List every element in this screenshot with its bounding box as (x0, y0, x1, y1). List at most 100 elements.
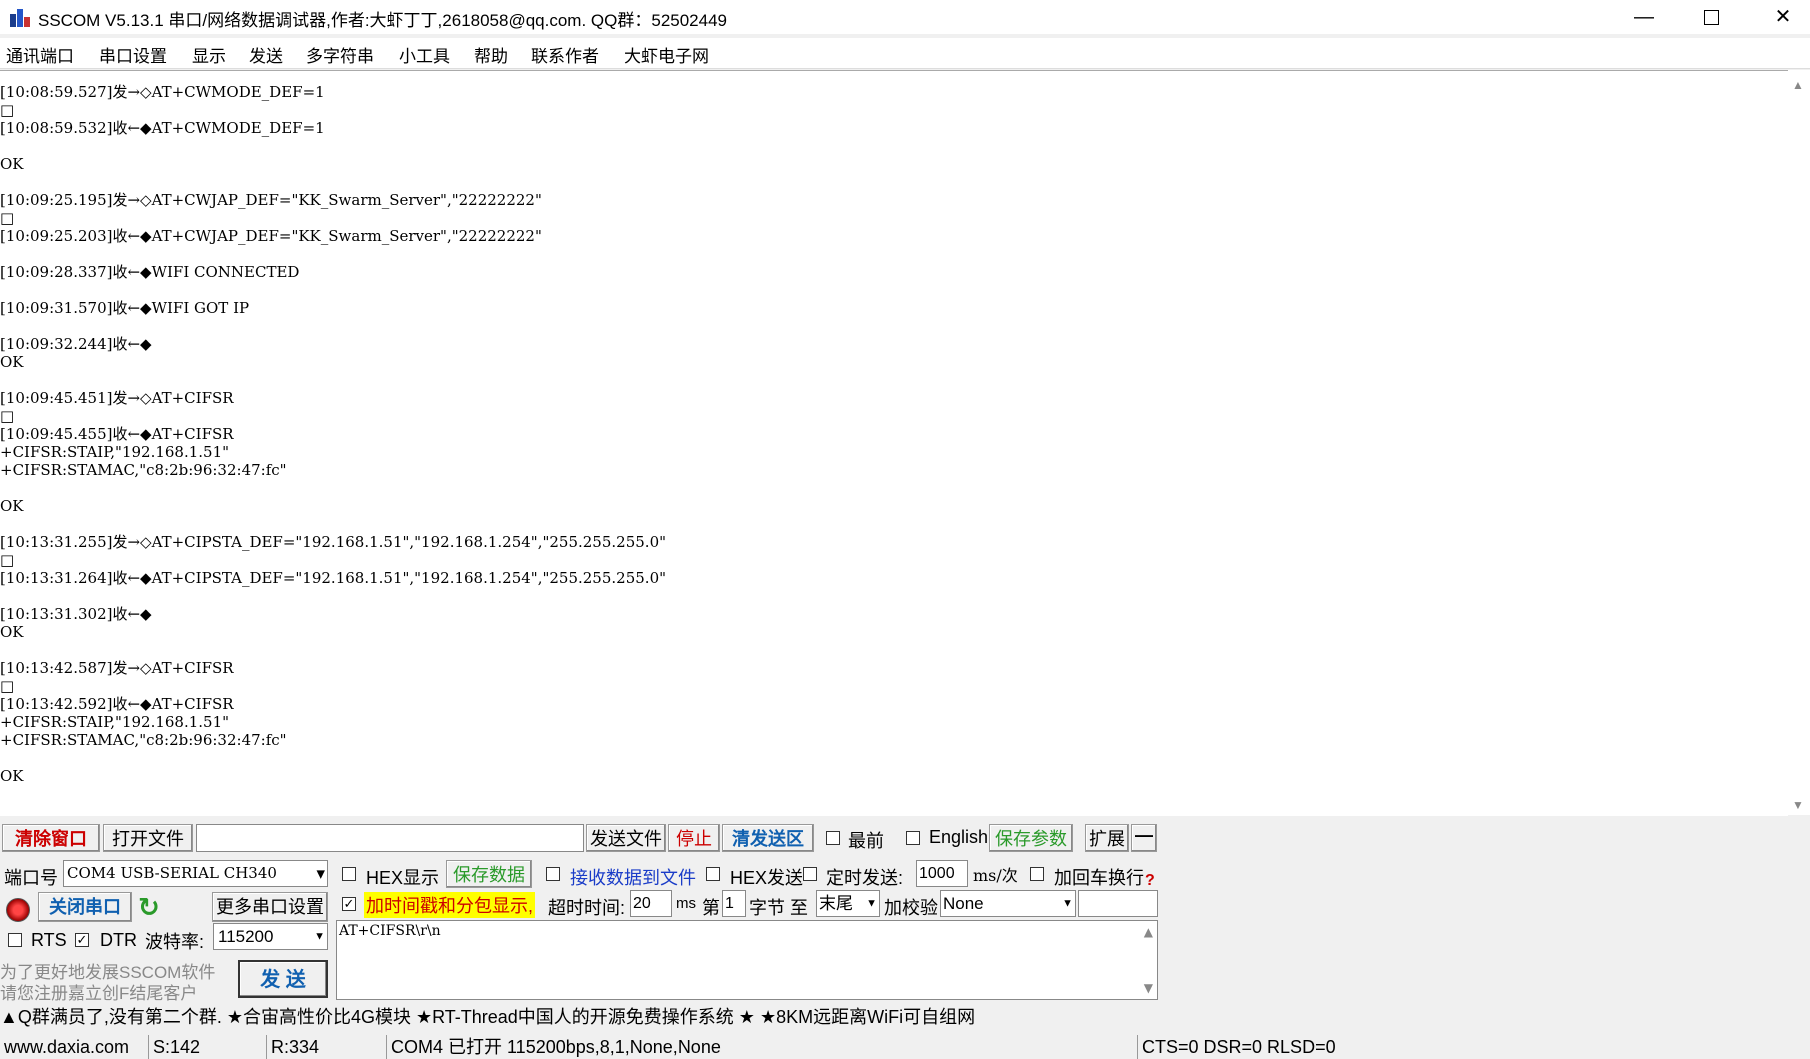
log-line: OK (0, 497, 24, 515)
log-line: [10:09:45.451]发→◇AT+CIFSR (0, 389, 234, 407)
log-line: OK (0, 155, 24, 173)
log-line: +CIFSR:STAMAC,"c8:2b:96:32:47:fc" (0, 461, 287, 479)
log-line: [10:13:31.302]收←◆ (0, 605, 152, 623)
hex-display-checkbox[interactable] (342, 867, 356, 881)
menu-comm-port[interactable]: 通讯端口 (6, 42, 74, 67)
open-file-button[interactable]: 打开文件 (103, 824, 193, 852)
scroll-up-icon[interactable]: ▲ (1792, 78, 1804, 92)
receive-log[interactable]: [10:08:59.527]发→◇AT+CWMODE_DEF=1 □ [10:08:… (0, 70, 1788, 816)
baud-select-value: 115200 (218, 927, 274, 946)
menu-daxia-site[interactable]: 大虾电子网 (624, 42, 709, 67)
minimize-icon[interactable]: — (1609, 0, 1679, 34)
port-select-value: COM4 USB-SERIAL CH340 (67, 864, 277, 882)
menu-tools[interactable]: 小工具 (399, 42, 450, 67)
save-params-button[interactable]: 保存参数 (989, 824, 1073, 852)
nth-input[interactable]: 1 (722, 890, 746, 917)
more-serial-settings-button[interactable]: 更多串口设置 (212, 892, 328, 922)
close-port-button[interactable]: 关闭串口 (38, 892, 132, 922)
clear-send-area-button[interactable]: 清发送区 (722, 824, 814, 852)
menu-serial-settings[interactable]: 串口设置 (99, 42, 167, 67)
log-line: [10:09:25.203]收←◆AT+CWJAP_DEF="KK_Swarm_… (0, 227, 542, 245)
help-icon[interactable]: ? (1145, 872, 1155, 890)
port-state: COM4 已打开 115200bps,8,1,None,None (386, 1035, 721, 1059)
english-label: English (929, 827, 989, 847)
timeout-unit-label: ms (676, 895, 696, 912)
log-line: +CIFSR:STAIP,"192.168.1.51" (0, 443, 230, 461)
chevron-down-icon: ▼ (866, 897, 877, 909)
log-line: [10:09:25.195]发→◇AT+CWJAP_DEF="KK_Swarm_… (0, 191, 542, 209)
interval-input[interactable]: 1000 (916, 860, 968, 887)
stop-button[interactable]: 停止 (668, 824, 720, 852)
log-line: □ (0, 551, 15, 569)
menu-multi-string[interactable]: 多字符串 (306, 42, 374, 67)
rts-label: RTS (31, 930, 67, 950)
modem-lines: CTS=0 DSR=0 RLSD=0 (1137, 1035, 1336, 1059)
baud-select[interactable]: 115200 ▼ (213, 923, 328, 950)
scroll-down-icon[interactable]: ▼ (1792, 798, 1804, 812)
byte-to-label: 字节 至 (749, 898, 809, 918)
port-label: 端口号 (4, 868, 58, 888)
topmost-checkbox[interactable] (826, 831, 840, 845)
append-crlf-checkbox[interactable] (1030, 867, 1044, 881)
topmost-label: 最前 (848, 831, 884, 851)
title-bar: SSCOM V5.13.1 串口/网络数据调试器,作者:大虾丁丁,2618058… (0, 0, 1810, 34)
send-text-area[interactable]: AT+CIFSR\r\n ▲ ▼ (336, 920, 1158, 1000)
send-button[interactable]: 发 送 (238, 960, 328, 998)
receive-scrollbar[interactable]: ▲ ▼ (1788, 70, 1810, 815)
timed-send-checkbox[interactable] (803, 867, 817, 881)
log-line: [10:09:32.244]收←◆ (0, 335, 152, 353)
timeout-label: 超时时间: (548, 898, 626, 918)
timeout-input[interactable]: 20 (630, 890, 672, 917)
log-line: [10:13:31.264]收←◆AT+CIPSTA_DEF="192.168.… (0, 569, 667, 587)
english-checkbox[interactable] (906, 831, 920, 845)
port-select[interactable]: COM4 USB-SERIAL CH340 ▼ (63, 860, 328, 887)
scroll-down-icon[interactable]: ▼ (1144, 981, 1153, 995)
rts-checkbox[interactable] (8, 933, 22, 947)
refresh-icon[interactable]: ↻ (138, 892, 160, 923)
chevron-down-icon: ▼ (314, 930, 325, 942)
append-crlf-label: 加回车换行 (1054, 868, 1144, 888)
send-text-value: AT+CIFSR\r\n (339, 923, 441, 939)
menu-display[interactable]: 显示 (192, 42, 226, 67)
log-line: □ (0, 101, 15, 119)
menu-send[interactable]: 发送 (249, 42, 283, 67)
log-line: [10:09:31.570]收←◆WIFI GOT IP (0, 299, 250, 317)
clear-window-button[interactable]: 清除窗口 (2, 824, 100, 852)
chevron-down-icon: ▼ (316, 867, 325, 880)
timestamp-checkbox[interactable]: ✓ (342, 897, 356, 911)
log-line: □ (0, 407, 15, 425)
menu-help[interactable]: 帮助 (474, 42, 508, 67)
log-line: [10:09:45.455]收←◆AT+CIFSR (0, 425, 234, 443)
recv-count: R:334 (266, 1035, 319, 1059)
send-file-button[interactable]: 发送文件 (586, 824, 666, 852)
scroll-up-icon[interactable]: ▲ (1144, 925, 1153, 939)
checksum-extra-field[interactable] (1078, 890, 1158, 917)
end-select[interactable]: 末尾 ▼ (816, 890, 880, 917)
ad-ticker[interactable]: ▲Q群满员了,没有第二个群. ★合宙高性价比4G模块 ★RT-Thread中国人… (0, 1003, 1810, 1030)
save-data-button[interactable]: 保存数据 (446, 860, 532, 888)
dtr-label: DTR (100, 930, 137, 950)
menu-contact-author[interactable]: 联系作者 (531, 42, 599, 67)
expand-button[interactable]: 扩展 (1085, 824, 1129, 852)
close-icon[interactable]: ✕ (1748, 0, 1810, 34)
site-link[interactable]: www.daxia.com (0, 1035, 129, 1059)
log-line: [10:13:31.255]发→◇AT+CIPSTA_DEF="192.168.… (0, 533, 667, 551)
app-logo-icon (10, 9, 30, 27)
port-status-led-icon (6, 898, 30, 922)
checksum-select-value: None (943, 894, 984, 913)
hex-display-label: HEX显示 (366, 868, 440, 888)
baud-label: 波特率: (145, 932, 205, 952)
dtr-checkbox[interactable]: ✓ (75, 933, 89, 947)
log-line: [10:08:59.532]收←◆AT+CWMODE_DEF=1 (0, 119, 325, 137)
file-path-input[interactable] (196, 824, 584, 852)
recv-to-file-checkbox[interactable] (546, 867, 560, 881)
timestamp-label: 加时间戳和分包显示, (364, 892, 536, 918)
collapse-button[interactable]: — (1131, 824, 1157, 852)
chevron-down-icon: ▼ (1062, 897, 1073, 909)
log-line: +CIFSR:STAMAC,"c8:2b:96:32:47:fc" (0, 731, 287, 749)
checksum-select[interactable]: None ▼ (940, 890, 1076, 917)
log-line: [10:08:59.527]发→◇AT+CWMODE_DEF=1 (0, 83, 325, 101)
timed-send-label: 定时发送: (826, 868, 904, 888)
hex-send-checkbox[interactable] (706, 867, 720, 881)
maximize-icon[interactable] (1676, 0, 1746, 34)
